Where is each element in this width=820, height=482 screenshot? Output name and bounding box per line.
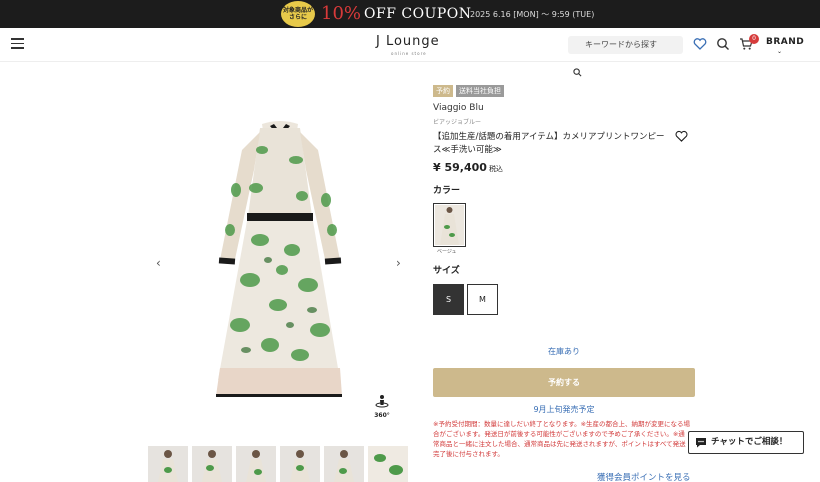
color-label: カラー xyxy=(433,186,461,196)
site-logo-sub: online store xyxy=(391,51,427,56)
header-search-icon[interactable] xyxy=(716,37,730,51)
chat-label: チャットでご相談！ xyxy=(711,437,788,447)
gallery-prev-arrow[interactable]: ‹ xyxy=(156,256,161,270)
view-360-button[interactable]: 360° xyxy=(372,393,392,419)
thumbnail[interactable] xyxy=(192,446,232,482)
points-link[interactable]: 獲得会員ポイントを見る xyxy=(597,471,691,482)
banner-discount: 10% xyxy=(321,3,362,24)
rotate-360-icon xyxy=(375,395,389,408)
gallery-next-arrow[interactable]: › xyxy=(396,256,401,270)
search-input[interactable]: キーワードから探す xyxy=(568,36,683,54)
banner-badge: 対象商品がさらに xyxy=(281,1,315,27)
menu-icon[interactable] xyxy=(11,38,24,49)
size-option-m[interactable]: M xyxy=(467,284,498,315)
brand-menu[interactable]: BRAND xyxy=(766,37,804,47)
thumbnail[interactable] xyxy=(324,446,364,482)
cart-count-badge: 0 xyxy=(749,34,759,44)
release-date: 9月上旬発売予定 xyxy=(533,405,595,414)
product-main-image[interactable] xyxy=(190,110,370,410)
product-brand-kana: ビアッジョブルー xyxy=(433,119,482,126)
product-brand[interactable]: Viaggio Blu xyxy=(433,103,484,113)
thumbnail[interactable] xyxy=(148,446,188,482)
stock-status: 在庫あり xyxy=(548,347,580,356)
product-title: 【追加生産/話題の着用アイテム】カメリアプリントワンピース≪手洗い可能≫ xyxy=(433,132,665,155)
color-swatch-label: ベージュ xyxy=(437,249,457,255)
chat-bubble-icon xyxy=(696,438,706,448)
size-option-s[interactable]: S xyxy=(433,284,464,315)
tag-free-shipping: 送料当社負担 xyxy=(456,85,504,97)
product-price: ¥ 59,400 税込 xyxy=(433,161,503,174)
add-to-favorite-icon[interactable] xyxy=(675,130,688,142)
price-value: ¥ 59,400 xyxy=(433,161,487,174)
thumbnail-strip xyxy=(148,446,408,482)
favorite-heart-icon[interactable] xyxy=(693,37,707,51)
thumbnail[interactable] xyxy=(368,446,408,482)
chat-consult-button[interactable]: チャットでご相談！ xyxy=(688,431,804,454)
promo-banner[interactable]: 対象商品がさらに 10% OFF COUPON 2025 6.16 [MON] … xyxy=(0,0,820,28)
banner-text: OFF COUPON xyxy=(364,6,472,22)
banner-date: 2025 6.16 [MON] 〜 9:59 (TUE) xyxy=(470,10,595,19)
size-label: サイズ xyxy=(433,266,460,276)
thumbnail[interactable] xyxy=(280,446,320,482)
color-swatch-beige[interactable] xyxy=(433,203,466,247)
price-tax-label: 税込 xyxy=(488,165,503,173)
thumbnail[interactable] xyxy=(236,446,276,482)
reservation-notes: ※予約受付期間：数量に達しだい終了となります。※生産の都合上、納期が変更になる場… xyxy=(433,420,691,458)
site-logo[interactable]: J Lounge xyxy=(376,34,440,49)
reserve-button[interactable]: 予約する xyxy=(433,368,695,397)
label-360: 360° xyxy=(374,412,390,419)
product-tags: 予約 送料当社負担 xyxy=(433,85,504,97)
tag-reservation: 予約 xyxy=(433,85,453,97)
search-icon xyxy=(573,68,582,77)
site-header: J Lounge online store キーワードから探す 0 BRAND … xyxy=(0,28,820,77)
chevron-down-icon: ⌄ xyxy=(777,48,783,55)
